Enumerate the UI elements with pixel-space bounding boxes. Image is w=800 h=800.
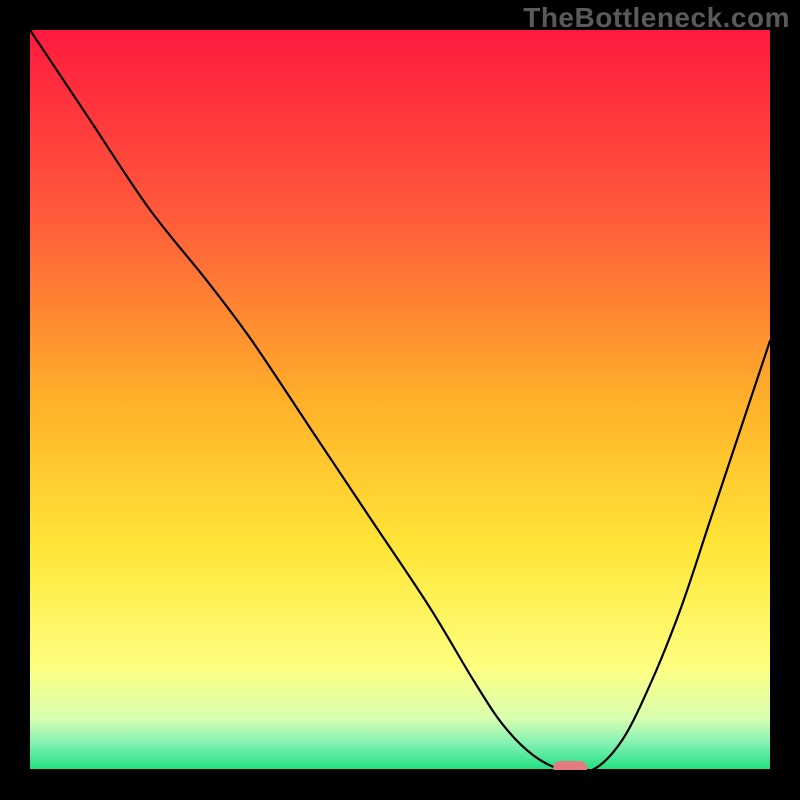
optimal-marker bbox=[553, 761, 587, 770]
watermark-text: TheBottleneck.com bbox=[523, 2, 790, 34]
plot-background bbox=[30, 30, 770, 770]
chart-plot bbox=[30, 30, 770, 770]
chart-frame: TheBottleneck.com bbox=[0, 0, 800, 800]
